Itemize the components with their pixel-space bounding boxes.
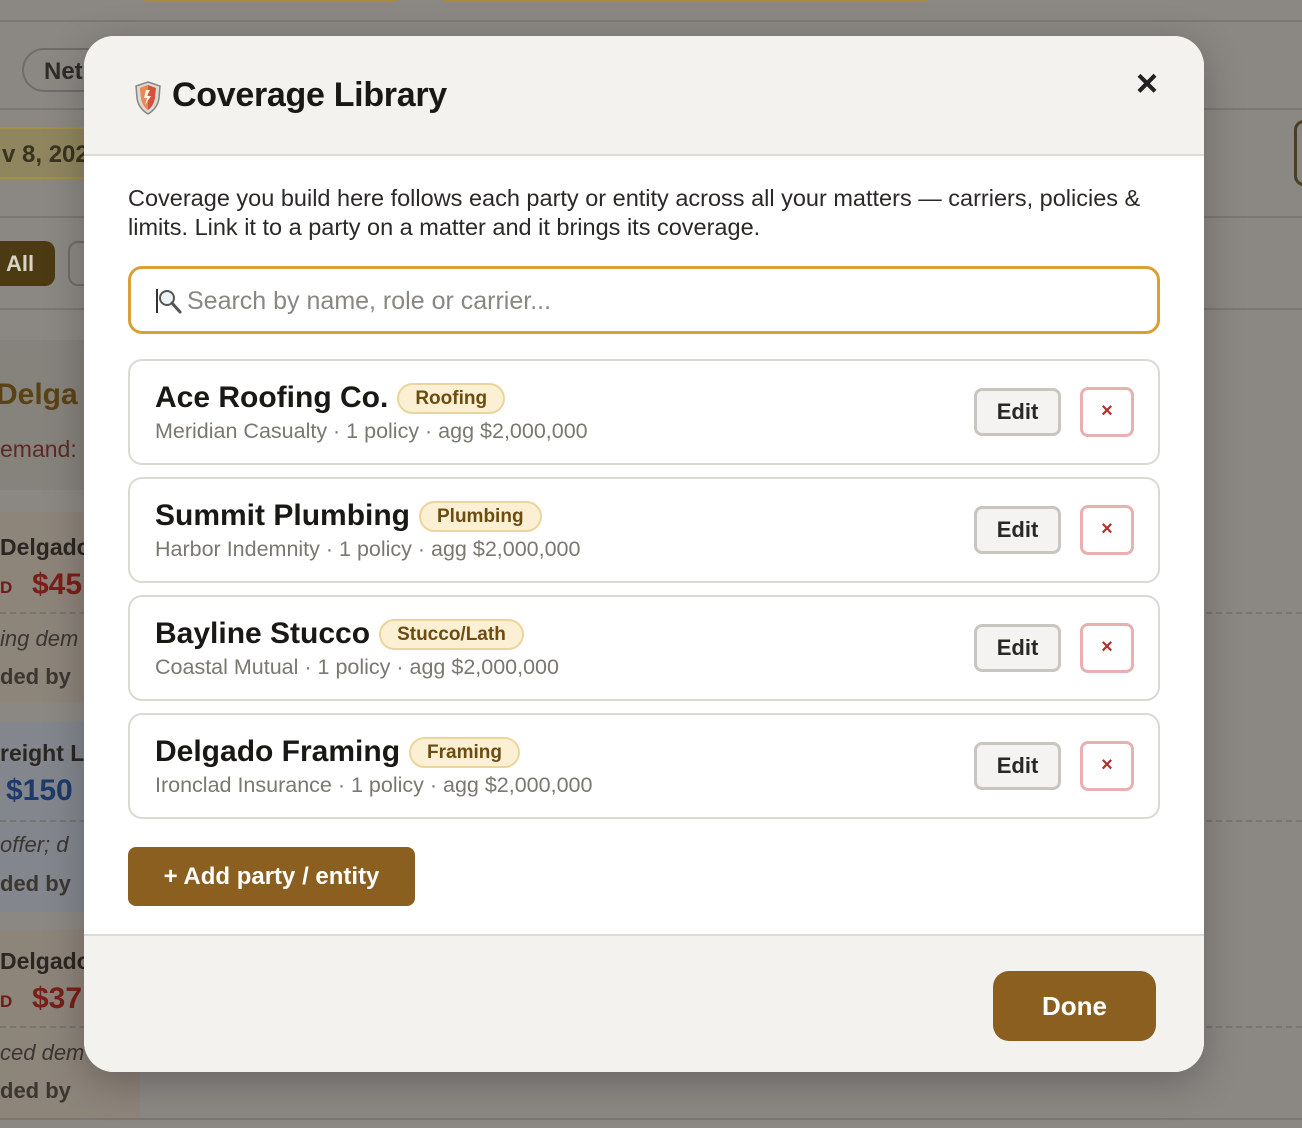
entity-name: Ace Roofing Co. — [155, 381, 389, 414]
entity-card: Summit Plumbing Plumbing Harbor Indemnit… — [128, 477, 1160, 583]
role-tag: Roofing — [397, 382, 506, 414]
edit-button[interactable]: Edit — [974, 624, 1061, 672]
entity-header: Delgado Framing Framing — [155, 735, 520, 769]
background-row-by: ded by — [0, 664, 71, 689]
background-row-by: ded by — [0, 1078, 71, 1103]
edit-button[interactable]: Edit — [974, 506, 1061, 554]
dialog-header: Coverage Library × — [84, 36, 1204, 156]
entity-header: Ace Roofing Co. Roofing — [155, 381, 506, 415]
close-button[interactable]: × — [1130, 65, 1164, 103]
role-tag: Stucco/Lath — [379, 618, 524, 650]
entity-summary: Coastal Mutual · 1 policy · agg $2,000,0… — [155, 655, 559, 679]
background-row-note: offer; d — [0, 832, 69, 857]
dialog-footer: Done — [84, 934, 1204, 1072]
entity-summary: Ironclad Insurance · 1 policy · agg $2,0… — [155, 773, 593, 797]
entity-card: Delgado Framing Framing Ironclad Insuran… — [128, 713, 1160, 819]
entity-name: Delgado Framing — [155, 735, 401, 768]
search-field[interactable] — [128, 266, 1160, 334]
dialog-title: Coverage Library — [172, 76, 447, 114]
entity-list: Ace Roofing Co. Roofing Meridian Casualt… — [128, 359, 1160, 831]
entity-summary: Harbor Indemnity · 1 policy · agg $2,000… — [155, 537, 581, 561]
background-row-name: Delgado — [0, 534, 91, 560]
background-top-control-2 — [440, 0, 930, 2]
background-divider — [0, 20, 1302, 22]
dialog-description: Coverage you build here follows each par… — [128, 185, 1141, 240]
background-row-note: ced dem — [0, 1040, 85, 1065]
background-filter-all: All — [0, 241, 55, 286]
background-row-amount: $37 — [32, 982, 83, 1015]
background-row-amount: $150 — [6, 774, 73, 807]
background-row-by: ded by — [0, 871, 71, 896]
entity-name: Bayline Stucco — [155, 617, 371, 650]
search-input[interactable] — [187, 283, 1127, 319]
entity-card: Ace Roofing Co. Roofing Meridian Casualt… — [128, 359, 1160, 465]
delete-button[interactable]: × — [1080, 505, 1134, 555]
role-tag: Framing — [409, 736, 520, 768]
background-row-badge: D — [0, 578, 13, 597]
background-divider — [0, 1118, 1302, 1120]
background-row-amount: $45 — [32, 568, 83, 601]
entity-card: Bayline Stucco Stucco/Lath Coastal Mutua… — [128, 595, 1160, 701]
edit-button[interactable]: Edit — [974, 388, 1061, 436]
delete-button[interactable]: × — [1080, 741, 1134, 791]
background-row-name: Delgado — [0, 948, 91, 974]
coverage-library-dialog: Coverage Library × Coverage you build he… — [84, 36, 1204, 1072]
background-top-control — [140, 0, 400, 2]
edit-button[interactable]: Edit — [974, 742, 1061, 790]
background-right-button — [1294, 120, 1302, 186]
background-demand: emand: — [0, 436, 77, 462]
search-icon — [156, 289, 182, 314]
background-row-name: reight L — [0, 740, 85, 766]
shield-icon — [135, 81, 161, 115]
background-row-note: ing dem — [0, 626, 79, 651]
delete-button[interactable]: × — [1080, 623, 1134, 673]
add-party-button[interactable]: + Add party / entity — [128, 847, 415, 906]
entity-header: Bayline Stucco Stucco/Lath — [155, 617, 524, 651]
role-tag: Plumbing — [419, 500, 542, 532]
entity-name: Summit Plumbing — [155, 499, 410, 532]
entity-summary: Meridian Casualty · 1 policy · agg $2,00… — [155, 419, 588, 443]
entity-header: Summit Plumbing Plumbing — [155, 499, 542, 533]
background-row-badge: D — [0, 992, 13, 1011]
delete-button[interactable]: × — [1080, 387, 1134, 437]
background-heading: Delga — [0, 378, 78, 411]
done-button[interactable]: Done — [993, 971, 1156, 1041]
